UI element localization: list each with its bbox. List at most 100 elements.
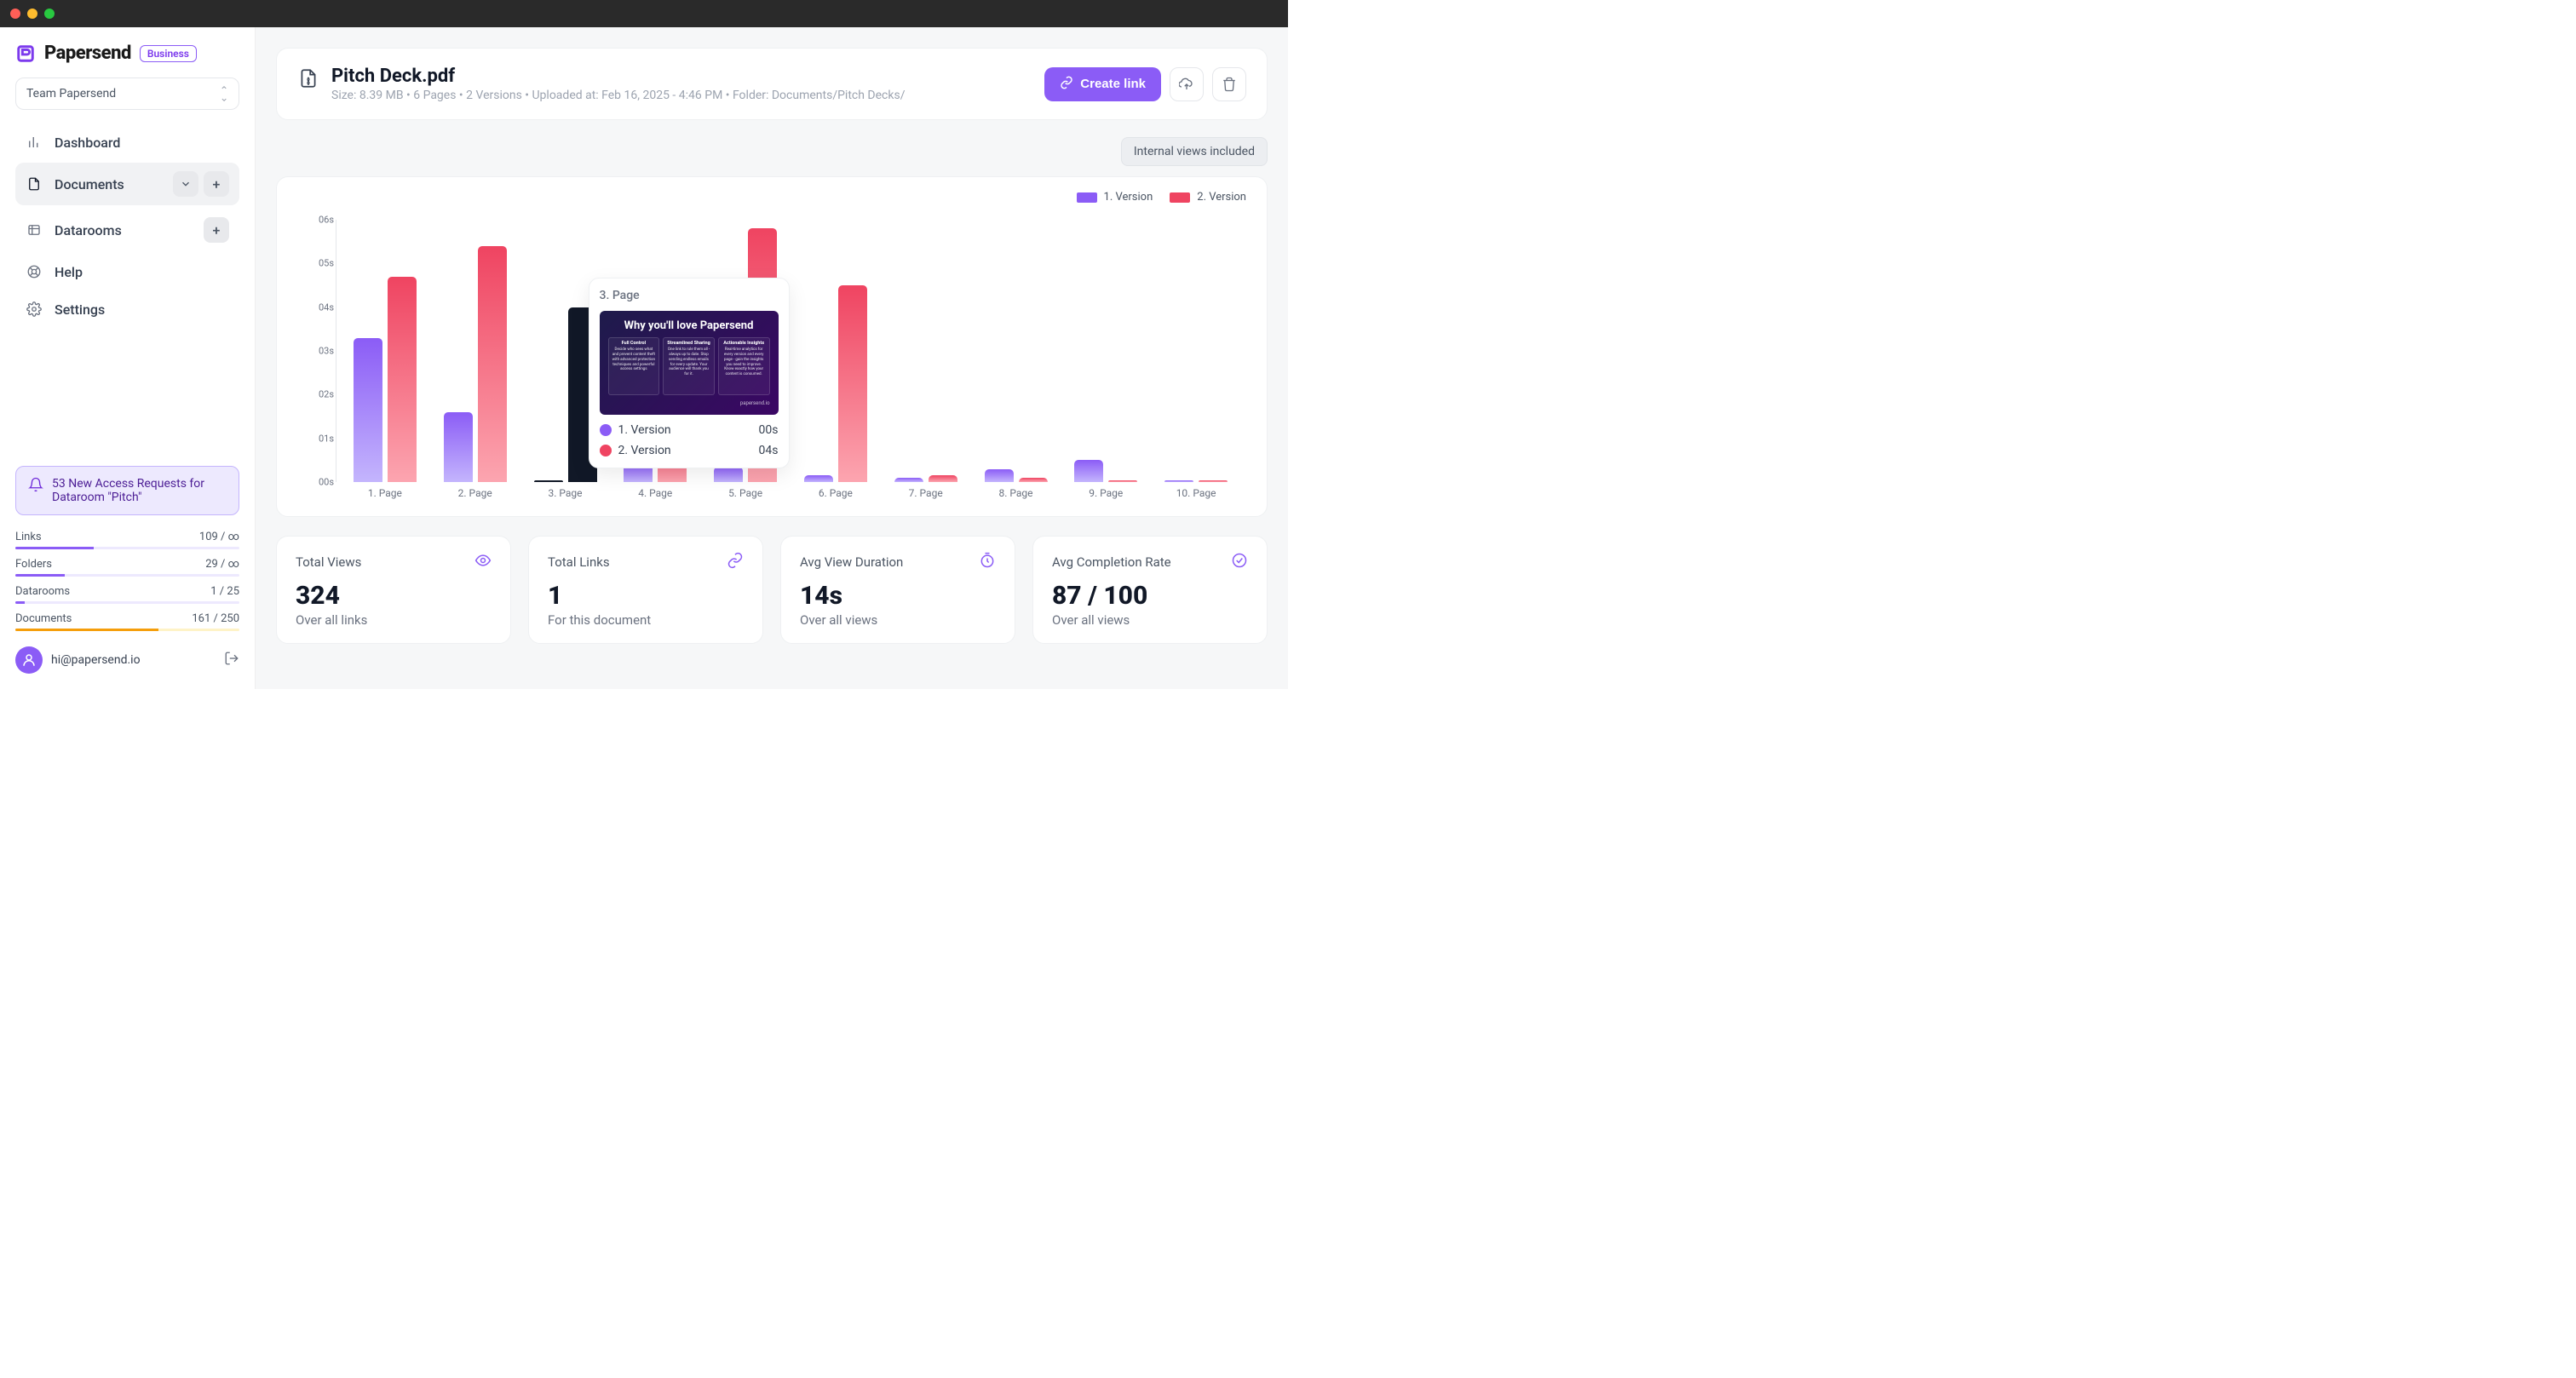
y-tick: 06s bbox=[319, 215, 334, 226]
bar-group[interactable] bbox=[894, 475, 957, 482]
stat-label: Avg Completion Rate bbox=[1052, 554, 1171, 570]
bar[interactable] bbox=[444, 412, 473, 482]
internal-views-chip[interactable]: Internal views included bbox=[1121, 137, 1268, 166]
dataroom-icon bbox=[26, 221, 43, 238]
y-tick: 04s bbox=[319, 301, 334, 313]
x-label: 2. Page bbox=[430, 482, 520, 501]
legend: 1. Version 2. Version bbox=[1077, 191, 1246, 204]
maximize-icon[interactable] bbox=[44, 9, 55, 19]
link-icon bbox=[727, 552, 744, 572]
bar-group[interactable] bbox=[444, 246, 507, 482]
bar-group[interactable] bbox=[1074, 460, 1137, 482]
sidebar-item-label: Help bbox=[55, 264, 83, 280]
bar[interactable] bbox=[478, 246, 507, 482]
sidebar-item-label: Settings bbox=[55, 301, 105, 318]
bar[interactable] bbox=[838, 285, 867, 482]
notice-access-requests[interactable]: 53 New Access Requests for Dataroom "Pit… bbox=[15, 466, 239, 515]
x-label: 10. Page bbox=[1151, 482, 1241, 501]
usage-label: Documents bbox=[15, 612, 72, 625]
sidebar-item-documents[interactable]: Documents + bbox=[15, 163, 239, 205]
sidebar-item-help[interactable]: Help bbox=[15, 255, 239, 289]
logout-button[interactable] bbox=[224, 651, 239, 669]
bar-group[interactable] bbox=[985, 469, 1048, 482]
x-label: 6. Page bbox=[791, 482, 881, 501]
stat-sub: Over all links bbox=[296, 612, 492, 628]
tooltip-series-value: 04s bbox=[759, 444, 779, 457]
usage-label: Datarooms bbox=[15, 585, 70, 598]
minimize-icon[interactable] bbox=[27, 9, 37, 19]
bar[interactable] bbox=[1074, 460, 1103, 482]
x-label: 4. Page bbox=[610, 482, 700, 501]
stat-label: Avg View Duration bbox=[800, 554, 903, 570]
upload-button[interactable] bbox=[1170, 67, 1204, 101]
bar[interactable] bbox=[388, 277, 417, 482]
sidebar-item-datarooms[interactable]: Datarooms + bbox=[15, 209, 239, 251]
chevron-down-icon[interactable] bbox=[173, 171, 198, 197]
bar[interactable] bbox=[804, 475, 833, 482]
y-tick: 00s bbox=[319, 477, 334, 488]
usage-label: Folders bbox=[15, 558, 52, 571]
x-label: 5. Page bbox=[700, 482, 791, 501]
stopwatch-icon bbox=[979, 552, 996, 572]
sidebar-item-dashboard[interactable]: Dashboard bbox=[15, 125, 239, 159]
document-header: Pitch Deck.pdf Size: 8.39 MB • 6 Pages •… bbox=[276, 48, 1268, 120]
slide-title: Why you'll love Papersend bbox=[608, 319, 770, 332]
stat-value: 1 bbox=[548, 581, 744, 611]
bar[interactable] bbox=[354, 338, 382, 482]
tooltip-series-label: 2. Version bbox=[618, 444, 671, 457]
dashboard-icon bbox=[26, 134, 43, 151]
delete-button[interactable] bbox=[1212, 67, 1246, 101]
bar-group[interactable] bbox=[804, 285, 867, 482]
y-tick: 03s bbox=[319, 346, 334, 357]
create-link-button[interactable]: Create link bbox=[1044, 67, 1161, 101]
create-link-label: Create link bbox=[1080, 77, 1146, 91]
stat-avg-duration: Avg View Duration 14s Over all views bbox=[780, 536, 1015, 644]
brand-name: Papersend bbox=[44, 43, 131, 64]
bell-icon bbox=[28, 477, 43, 504]
usage-datarooms: Datarooms 1 / 25 bbox=[15, 585, 239, 604]
gear-icon bbox=[26, 301, 43, 318]
stat-label: Total Views bbox=[296, 554, 361, 570]
avatar[interactable] bbox=[15, 646, 43, 674]
main: Pitch Deck.pdf Size: 8.39 MB • 6 Pages •… bbox=[256, 27, 1288, 689]
usage-documents: Documents161 / 250 bbox=[15, 612, 239, 631]
x-label: 8. Page bbox=[971, 482, 1061, 501]
brand: Papersend Business bbox=[15, 43, 239, 64]
stat-avg-completion: Avg Completion Rate 87 / 100 Over all vi… bbox=[1032, 536, 1268, 644]
y-tick: 02s bbox=[319, 389, 334, 400]
document-icon bbox=[26, 175, 43, 192]
team-select[interactable]: Team Papersend ⌃⌃ bbox=[15, 78, 239, 110]
y-tick: 05s bbox=[319, 258, 334, 269]
stat-value: 87 / 100 bbox=[1052, 581, 1248, 611]
add-dataroom-button[interactable]: + bbox=[204, 217, 229, 243]
y-tick: 01s bbox=[319, 433, 334, 444]
sidebar: Papersend Business Team Papersend ⌃⌃ bbox=[0, 27, 256, 689]
stat-sub: For this document bbox=[548, 612, 744, 628]
usage-panel: Links109 / ∞ Folders29 / ∞ Datarooms1 / … bbox=[15, 531, 239, 631]
user-email: hi@papersend.io bbox=[51, 653, 141, 667]
close-icon[interactable] bbox=[10, 9, 20, 19]
stat-value: 324 bbox=[296, 581, 492, 611]
add-document-button[interactable]: + bbox=[204, 171, 229, 197]
usage-value: 1 / 25 bbox=[210, 585, 239, 598]
sidebar-item-label: Documents bbox=[55, 176, 124, 192]
bar[interactable] bbox=[929, 475, 957, 482]
bar-group[interactable] bbox=[354, 277, 417, 482]
legend-item-v1: 1. Version bbox=[1077, 191, 1153, 204]
sidebar-item-settings[interactable]: Settings bbox=[15, 292, 239, 326]
stat-sub: Over all views bbox=[1052, 612, 1248, 628]
bar-group[interactable] bbox=[534, 307, 597, 482]
usage-value: 29 / ∞ bbox=[205, 558, 239, 571]
usage-label: Links bbox=[15, 531, 42, 543]
chevron-up-down-icon: ⌃⌃ bbox=[220, 88, 228, 100]
x-label: 1. Page bbox=[340, 482, 430, 501]
legend-item-v2: 2. Version bbox=[1170, 191, 1246, 204]
window-titlebar bbox=[0, 0, 1288, 27]
bar[interactable] bbox=[714, 467, 743, 482]
link-icon bbox=[1060, 76, 1073, 93]
bar[interactable] bbox=[985, 469, 1014, 482]
pdf-icon bbox=[297, 67, 319, 93]
stat-sub: Over all views bbox=[800, 612, 996, 628]
chart-plot[interactable]: 00s01s02s03s04s05s06s 1. Page2. Page3. P… bbox=[302, 220, 1241, 501]
sidebar-item-label: Dashboard bbox=[55, 135, 120, 151]
